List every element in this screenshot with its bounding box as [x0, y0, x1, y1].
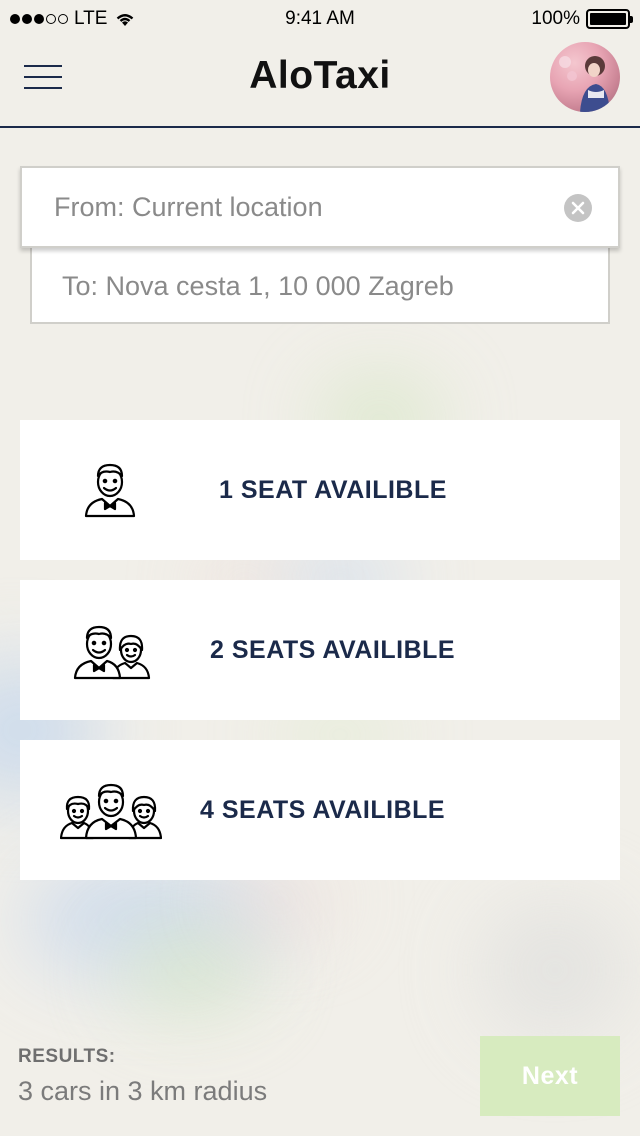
to-field-value: To: Nova cesta 1, 10 000 Zagreb [62, 271, 454, 301]
seat-option-4[interactable]: 4 SEATS AVAILIBLE [20, 740, 620, 880]
results-text: 3 cars in 3 km radius [18, 1076, 268, 1106]
results-title: RESULTS: [18, 1046, 116, 1067]
battery-icon [586, 9, 633, 29]
avatar-image [559, 56, 610, 112]
seat-option-label: 1 SEAT AVAILIBLE [219, 475, 447, 504]
group-persons-icon [60, 783, 162, 840]
seat-option-2[interactable]: 2 SEATS AVAILIBLE [20, 580, 620, 720]
battery-percent: 100% [531, 8, 580, 29]
to-field[interactable]: To: Nova cesta 1, 10 000 Zagreb [30, 245, 610, 324]
from-field-value: From: Current location [54, 191, 323, 222]
seat-option-label: 4 SEATS AVAILIBLE [200, 795, 446, 824]
seat-option-1[interactable]: 1 SEAT AVAILIBLE [20, 420, 620, 560]
two-persons-icon [73, 625, 151, 680]
app-title: AloTaxi [249, 54, 391, 97]
status-bar: LTE 9:41 AM 100% [0, 0, 640, 38]
nav-bar: AloTaxi [0, 38, 640, 128]
from-field[interactable]: From: Current location [20, 166, 620, 248]
status-right: 100% [531, 8, 633, 30]
clear-icon[interactable] [564, 194, 592, 222]
seat-option-label: 2 SEATS AVAILIBLE [210, 635, 456, 664]
next-button[interactable]: Next [480, 1036, 620, 1116]
user-avatar[interactable] [550, 42, 620, 112]
one-person-icon [84, 463, 136, 518]
